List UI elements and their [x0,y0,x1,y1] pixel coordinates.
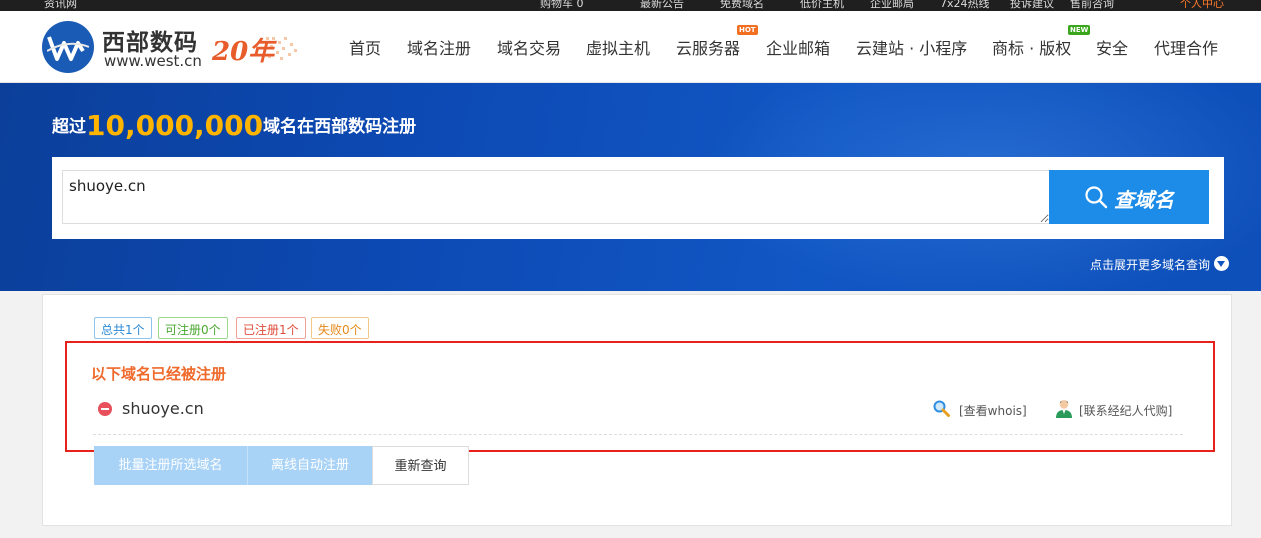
nav-item-label: 商标 · 版权 [992,39,1072,58]
filter-tag-available[interactable]: 可注册0个 [158,317,228,339]
search-box: shuoye.cn 查域名 [52,157,1224,239]
hero-title-number: 10,000,000 [86,109,264,142]
nav-item-domain-register[interactable]: 域名注册 [407,35,471,59]
new-badge: NEW [1068,25,1091,35]
filter-tag-failed[interactable]: 失败0个 [311,317,369,339]
hero-title-suffix: 域名在西部数码注册 [263,117,417,137]
topbar-item[interactable]: 低价主机 [800,0,844,11]
requery-button[interactable]: 重新查询 [372,446,469,485]
hero-title: 超过10,000,000域名在西部数码注册 [52,109,416,142]
logo-w-icon [42,21,94,73]
nav-item-home[interactable]: 首页 [349,35,381,59]
filter-tag-total[interactable]: 总共1个 [94,317,152,339]
topbar-item[interactable]: 7x24热线 [940,0,990,11]
search-button-label: 查域名 [1114,188,1174,212]
site-header: 西部数码 www.west.cn 20年 首页 域名注册 域名交易 虚拟主机 云… [0,11,1261,83]
offline-register-button[interactable]: 离线自动注册 [247,446,372,485]
nav-item-agency[interactable]: 代理合作 [1154,35,1218,59]
broker-person-icon [1056,400,1072,418]
topbar-item[interactable]: 售前咨询 [1070,0,1114,11]
results-panel: 总共1个 可注册0个 已注册1个 失败0个 以下域名已经被注册 shuoye.c… [42,294,1232,526]
filter-tag-registered[interactable]: 已注册1个 [236,317,306,339]
domain-search-input[interactable]: shuoye.cn [62,170,1050,224]
domain-search-hero: 超过10,000,000域名在西部数码注册 shuoye.cn 查域名 点击展开… [0,83,1261,291]
hero-title-prefix: 超过 [52,117,86,137]
nav-item-enterprise-mail[interactable]: 企业邮箱 [766,35,830,59]
topbar-item[interactable]: 个人中心 [1180,0,1224,11]
topbar-item[interactable]: 资讯网 [44,0,77,11]
result-domain-name: shuoye.cn [122,399,204,418]
hot-badge: HOT [737,25,758,35]
domain-taken-icon [98,402,112,416]
batch-register-button[interactable]: 批量注册所选域名 [94,446,247,485]
topbar-item[interactable]: 投诉建议 [1010,0,1054,11]
nav-item-domain-trade[interactable]: 域名交易 [497,35,561,59]
site-logo[interactable]: 西部数码 www.west.cn 20年 [42,21,302,75]
topbar-item[interactable]: 免费域名 [720,0,764,11]
search-icon [1085,186,1108,209]
nav-item-trademark[interactable]: 商标 · 版权 NEW [992,25,1091,59]
whois-label: [查看whois] [959,404,1027,418]
registered-section-title: 以下域名已经被注册 [91,365,227,383]
broker-label: [联系经纪人代购] [1079,404,1173,418]
search-domain-button[interactable]: 查域名 [1049,170,1209,224]
topbar-item[interactable]: 购物车 0 [540,0,584,11]
topbar-item[interactable]: 企业邮局 [870,0,914,11]
expand-more-search[interactable]: 点击展开更多域名查询 [1090,256,1229,273]
top-utility-bar: 资讯网 购物车 0 最新公告 免费域名 低价主机 企业邮局 7x24热线 投诉建… [0,0,1261,11]
chevron-down-icon [1214,256,1229,271]
nav-item-cloud-server[interactable]: 云服务器 HOT [676,25,758,59]
whois-magnifier-icon [933,400,950,417]
topbar-item[interactable]: 最新公告 [640,0,684,11]
highlight-box [65,341,1215,452]
nav-item-label: 云服务器 [676,39,741,58]
nav-item-virtual-host[interactable]: 虚拟主机 [586,35,650,59]
anniversary-text: 20年 [212,37,275,67]
nav-item-site-builder[interactable]: 云建站 · 小程序 [856,35,967,59]
row-divider [93,434,1183,435]
expand-label: 点击展开更多域名查询 [1090,258,1211,272]
nav-item-security[interactable]: 安全 [1096,35,1128,59]
brand-url: www.west.cn [104,52,202,70]
anniversary-badge: 20年 [210,31,302,67]
